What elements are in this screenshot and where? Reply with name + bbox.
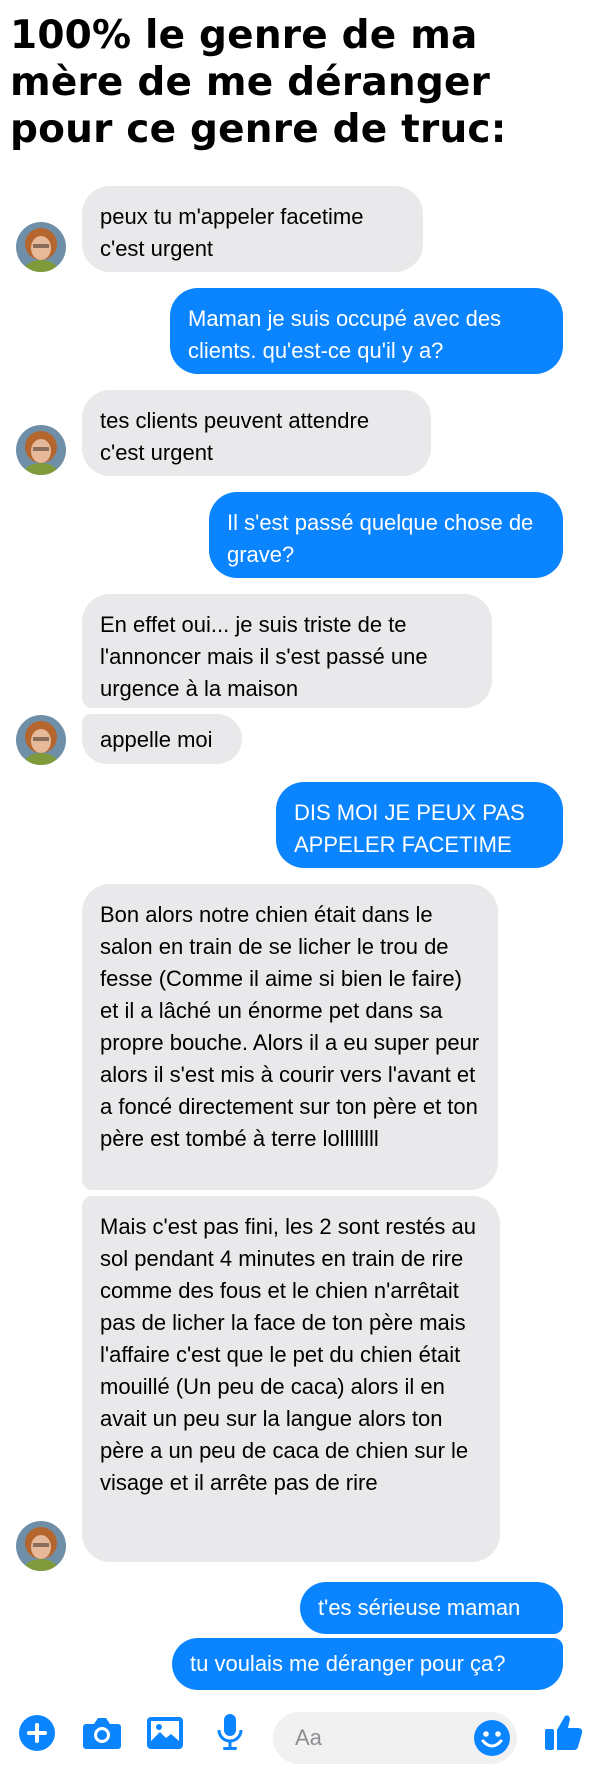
message-input-placeholder: Aa (295, 1725, 322, 1750)
avatar[interactable] (16, 1521, 66, 1571)
camera-icon[interactable] (82, 1716, 122, 1755)
message-bubble-outgoing[interactable]: DIS MOI JE PEUX PAS APPELER FACETIME (276, 782, 563, 868)
emoji-icon[interactable] (473, 1719, 511, 1762)
message-bubble-outgoing[interactable]: tu voulais me déranger pour ça? (172, 1638, 563, 1690)
message-bubble-incoming[interactable]: peux tu m'appeler facetime c'est urgent (82, 186, 423, 272)
avatar[interactable] (16, 715, 66, 765)
message-bubble-outgoing[interactable]: Il s'est passé quelque chose de grave? (209, 492, 563, 578)
message-bubble-incoming[interactable]: En effet oui... je suis triste de te l'a… (82, 594, 492, 708)
message-bubble-incoming[interactable]: Mais c'est pas fini, les 2 sont restés a… (82, 1196, 500, 1562)
avatar-image (16, 1521, 66, 1571)
image-icon[interactable] (146, 1716, 184, 1755)
thumbs-up-icon[interactable] (544, 1712, 584, 1757)
message-bubble-outgoing[interactable]: t'es sérieuse maman (300, 1582, 563, 1634)
avatar-image (16, 715, 66, 765)
message-bubble-incoming[interactable]: tes clients peuvent attendre c'est urgen… (82, 390, 431, 476)
message-input[interactable]: Aa (273, 1712, 517, 1764)
avatar[interactable] (16, 425, 66, 475)
message-bubble-incoming[interactable]: Bon alors notre chien était dans le salo… (82, 884, 498, 1190)
microphone-icon[interactable] (214, 1712, 246, 1757)
avatar-image (16, 222, 66, 272)
post-title: 100% le genre de ma mère de me déranger … (10, 13, 507, 152)
avatar-image (16, 425, 66, 475)
message-bubble-outgoing[interactable]: Maman je suis occupé avec des clients. q… (170, 288, 563, 374)
message-bubble-incoming[interactable]: appelle moi (82, 714, 242, 764)
avatar[interactable] (16, 222, 66, 272)
message-toolbar: Aa (0, 1700, 600, 1788)
plus-icon[interactable] (18, 1714, 56, 1757)
